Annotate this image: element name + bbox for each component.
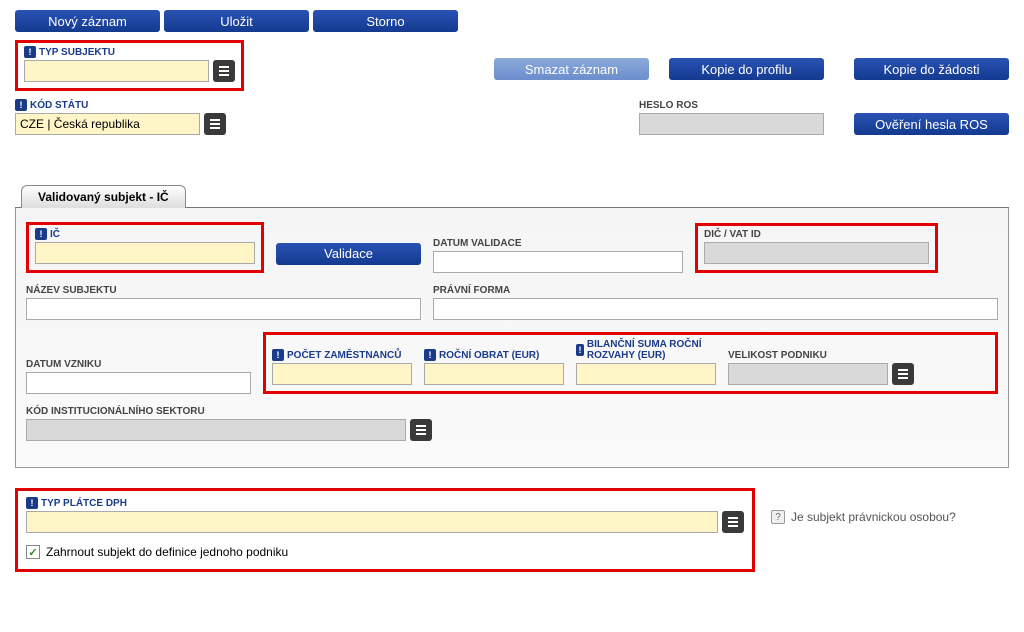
label-pocet-zamestnancu: ! POČET ZAMĚSTNANCŮ	[272, 349, 412, 361]
typ-platce-dph-input[interactable]	[26, 511, 718, 533]
top-button-bar: Nový záznam Uložit Storno	[15, 10, 1009, 32]
pravnicka-osoba-label: Je subjekt právnickou osobou?	[791, 510, 956, 524]
label-bilancni-suma: ! BILANČNÍ SUMA ROČNÍ ROZVAHY (EUR)	[576, 339, 716, 361]
highlight-typ-subjektu: ! TYP SUBJEKTU	[15, 40, 244, 91]
label-kod-sektoru: KÓD INSTITUCIONÁLNÍHO SEKTORU	[26, 406, 432, 417]
label-pravni-forma: PRÁVNÍ FORMA	[433, 285, 998, 296]
required-icon: !	[15, 99, 27, 111]
pocet-zamestnancu-input[interactable]	[272, 363, 412, 385]
lookup-typ-subjektu-button[interactable]	[213, 60, 235, 82]
tab-validovany-subjekt[interactable]: Validovaný subjekt - IČ	[21, 185, 186, 208]
label-datum-validace: DATUM VALIDACE	[433, 238, 683, 249]
lookup-typ-platce-dph-button[interactable]	[722, 511, 744, 533]
dic-input[interactable]	[704, 242, 929, 264]
lookup-kod-statu-button[interactable]	[204, 113, 226, 135]
label-nazev-subjektu: NÁZEV SUBJEKTU	[26, 285, 421, 296]
label-rocni-obrat: ! ROČNÍ OBRAT (EUR)	[424, 349, 564, 361]
validate-button[interactable]: Validace	[276, 243, 421, 265]
zahrnout-subjekt-checkbox[interactable]: ✓	[26, 545, 40, 559]
required-icon: !	[24, 46, 36, 58]
ic-input[interactable]	[35, 242, 255, 264]
required-icon: !	[424, 349, 436, 361]
required-icon: !	[272, 349, 284, 361]
lookup-velikost-podniku-button[interactable]	[892, 363, 914, 385]
label-kod-statu: ! KÓD STÁTU	[15, 99, 226, 111]
new-record-button[interactable]: Nový záznam	[15, 10, 160, 32]
label-dic: DIČ / VAT ID	[704, 229, 929, 240]
lookup-kod-sektoru-button[interactable]	[410, 419, 432, 441]
kod-sektoru-input[interactable]	[26, 419, 406, 441]
label-velikost-podniku: VELIKOST PODNIKU	[728, 350, 914, 361]
verify-ros-button[interactable]: Ověření hesla ROS	[854, 113, 1009, 135]
highlight-typ-platce-dph: ! TYP PLÁTCE DPH ✓ Zahrnout subjekt do d…	[15, 488, 755, 572]
velikost-podniku-input[interactable]	[728, 363, 888, 385]
bilancni-suma-input[interactable]	[576, 363, 716, 385]
pravni-forma-input[interactable]	[433, 298, 998, 320]
help-icon[interactable]: ?	[771, 510, 785, 524]
heslo-ros-input[interactable]	[639, 113, 824, 135]
copy-profile-button[interactable]: Kopie do profilu	[669, 58, 824, 80]
required-icon: !	[26, 497, 38, 509]
save-button[interactable]: Uložit	[164, 10, 309, 32]
zahrnout-subjekt-label: Zahrnout subjekt do definice jednoho pod…	[46, 545, 288, 559]
label-ic: ! IČ	[35, 228, 255, 240]
delete-record-button[interactable]: Smazat záznam	[494, 58, 649, 80]
label-heslo-ros: HESLO ROS	[639, 100, 824, 111]
kod-statu-input[interactable]	[15, 113, 200, 135]
copy-request-button[interactable]: Kopie do žádosti	[854, 58, 1009, 80]
typ-subjektu-input[interactable]	[24, 60, 209, 82]
required-icon: !	[576, 344, 584, 356]
label-typ-platce-dph: ! TYP PLÁTCE DPH	[26, 497, 744, 509]
highlight-dic: DIČ / VAT ID	[695, 223, 938, 273]
rocni-obrat-input[interactable]	[424, 363, 564, 385]
datum-vzniku-input[interactable]	[26, 372, 251, 394]
required-icon: !	[35, 228, 47, 240]
nazev-subjektu-input[interactable]	[26, 298, 421, 320]
highlight-ic: ! IČ	[26, 222, 264, 273]
cancel-button[interactable]: Storno	[313, 10, 458, 32]
label-typ-subjektu: ! TYP SUBJEKTU	[24, 46, 235, 58]
tab-container: Validovaný subjekt - IČ ! IČ Validace DA…	[15, 185, 1009, 468]
datum-validace-input[interactable]	[433, 251, 683, 273]
label-datum-vzniku: DATUM VZNIKU	[26, 359, 251, 370]
highlight-company-metrics: ! POČET ZAMĚSTNANCŮ ! ROČNÍ OBRAT (EUR) …	[263, 332, 998, 394]
